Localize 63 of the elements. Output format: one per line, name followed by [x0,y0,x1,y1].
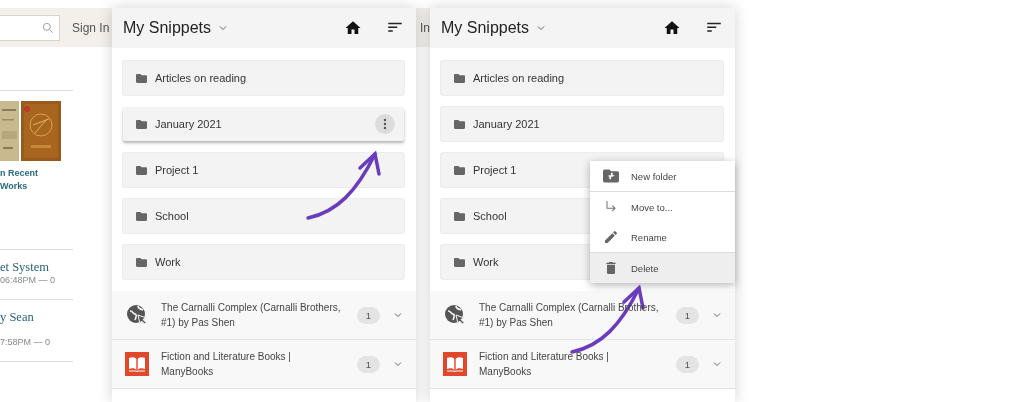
folder-item[interactable]: January 2021 [441,107,723,141]
folder-name: Articles on reading [155,72,247,84]
post-meta: 7:58PM — 0 [0,337,52,347]
menu-item[interactable]: Move to... [590,191,735,222]
folder-name: School [473,210,507,222]
folder-item[interactable]: Work [123,245,404,279]
folder-icon [454,119,465,129]
folder-icon [136,73,147,83]
folder-icon [136,257,147,267]
panel-title[interactable]: My Snippets [123,19,212,37]
more-button[interactable] [375,114,395,134]
folder-name: Work [473,256,499,268]
search-icon [41,20,55,35]
snippet-group[interactable]: Fiction and Literature Books | ManyBooks 1 [112,340,416,389]
folder-name: School [155,210,189,222]
globe-cursor-icon [125,303,149,327]
count-badge: 1 [356,355,380,373]
book-icon [125,352,149,376]
search-field[interactable] [0,14,60,41]
menu-item[interactable]: Delete [590,252,735,283]
folder-name: Project 1 [473,164,517,176]
book-icon [443,352,467,376]
home-icon [663,19,681,37]
pencil-icon [603,229,619,245]
folder-icon [454,211,465,221]
panel-title[interactable]: My Snippets [441,19,530,37]
more-vertical-icon [383,118,387,130]
folder-name: Work [155,256,181,268]
folder-name: Project 1 [155,164,199,176]
folder-plus-icon [603,169,619,183]
count-badge: 1 [356,306,380,324]
group-title: Fiction and Literature Books | ManyBooks [161,350,292,379]
menu-item[interactable]: New folder [590,161,735,191]
post-title[interactable]: et System [0,260,112,275]
snippet-group[interactable]: The Carnalli Complex (Carnalli Brothers, #1) by Pas Shen 1 [112,291,416,340]
folder-item[interactable]: Articles on reading [123,61,404,95]
folder-item[interactable]: Project 1 [123,153,404,187]
folder-icon [136,165,147,175]
folder-icon [454,73,465,83]
book-title-link[interactable]: Works [0,180,112,193]
folder-icon [454,257,465,267]
count-badge: 1 [675,306,699,324]
group-title: The Carnalli Complex (Carnalli Brothers, #1) by Pas Shen [161,301,342,330]
folder-icon [454,165,465,175]
home-icon [344,19,362,37]
menu-item[interactable]: Rename [590,222,735,252]
book-title-link[interactable]: n Recent [0,167,112,180]
count-badge: 1 [675,355,699,373]
folder-name: Articles on reading [473,72,565,84]
folder-item[interactable]: School [123,199,404,233]
sign-in-link[interactable]: Sign In [72,20,110,35]
folder-icon [136,211,147,221]
snippet-group[interactable]: Fiction and Literature Books | ManyBooks 1 [430,340,735,389]
folder-icon [136,119,147,129]
folder-item[interactable]: Articles on reading [441,61,723,95]
post-title[interactable]: y Sean [0,310,112,325]
post-meta: 06:48PM — 0 [0,275,57,285]
globe-cursor-icon [443,303,467,327]
folder-item[interactable]: January 2021 [123,107,404,141]
trash-icon [603,260,619,276]
group-title: Fiction and Literature Books | ManyBooks [479,350,610,379]
folder-name: January 2021 [473,118,540,130]
folder-name: January 2021 [155,118,222,130]
